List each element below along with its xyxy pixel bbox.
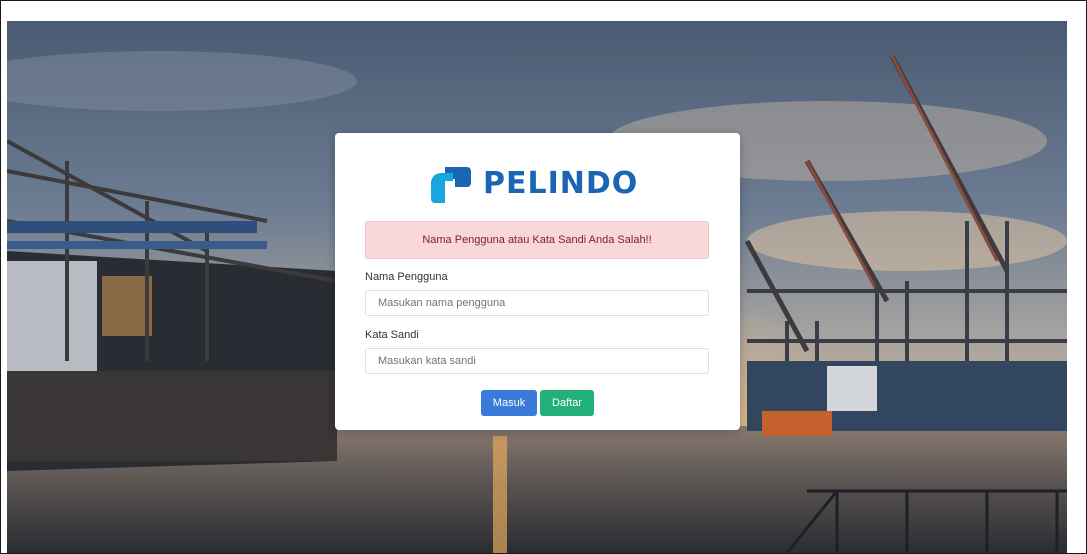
brand-name: PELINDO xyxy=(483,166,639,201)
pelindo-logo-icon xyxy=(431,167,471,203)
register-button[interactable]: Daftar xyxy=(540,390,594,416)
username-label: Nama Pengguna xyxy=(365,271,448,283)
error-alert: Nama Pengguna atau Kata Sandi Anda Salah… xyxy=(365,221,709,259)
username-input[interactable] xyxy=(365,290,709,316)
pelindo-logo: PELINDO xyxy=(431,163,651,207)
password-label: Kata Sandi xyxy=(365,329,419,341)
password-input[interactable] xyxy=(365,348,709,374)
error-alert-message: Nama Pengguna atau Kata Sandi Anda Salah… xyxy=(422,234,652,246)
login-button[interactable]: Masuk xyxy=(481,390,537,416)
login-card: PELINDO Nama Pengguna atau Kata Sandi An… xyxy=(335,133,740,430)
window-frame: PELINDO Nama Pengguna atau Kata Sandi An… xyxy=(0,0,1087,554)
